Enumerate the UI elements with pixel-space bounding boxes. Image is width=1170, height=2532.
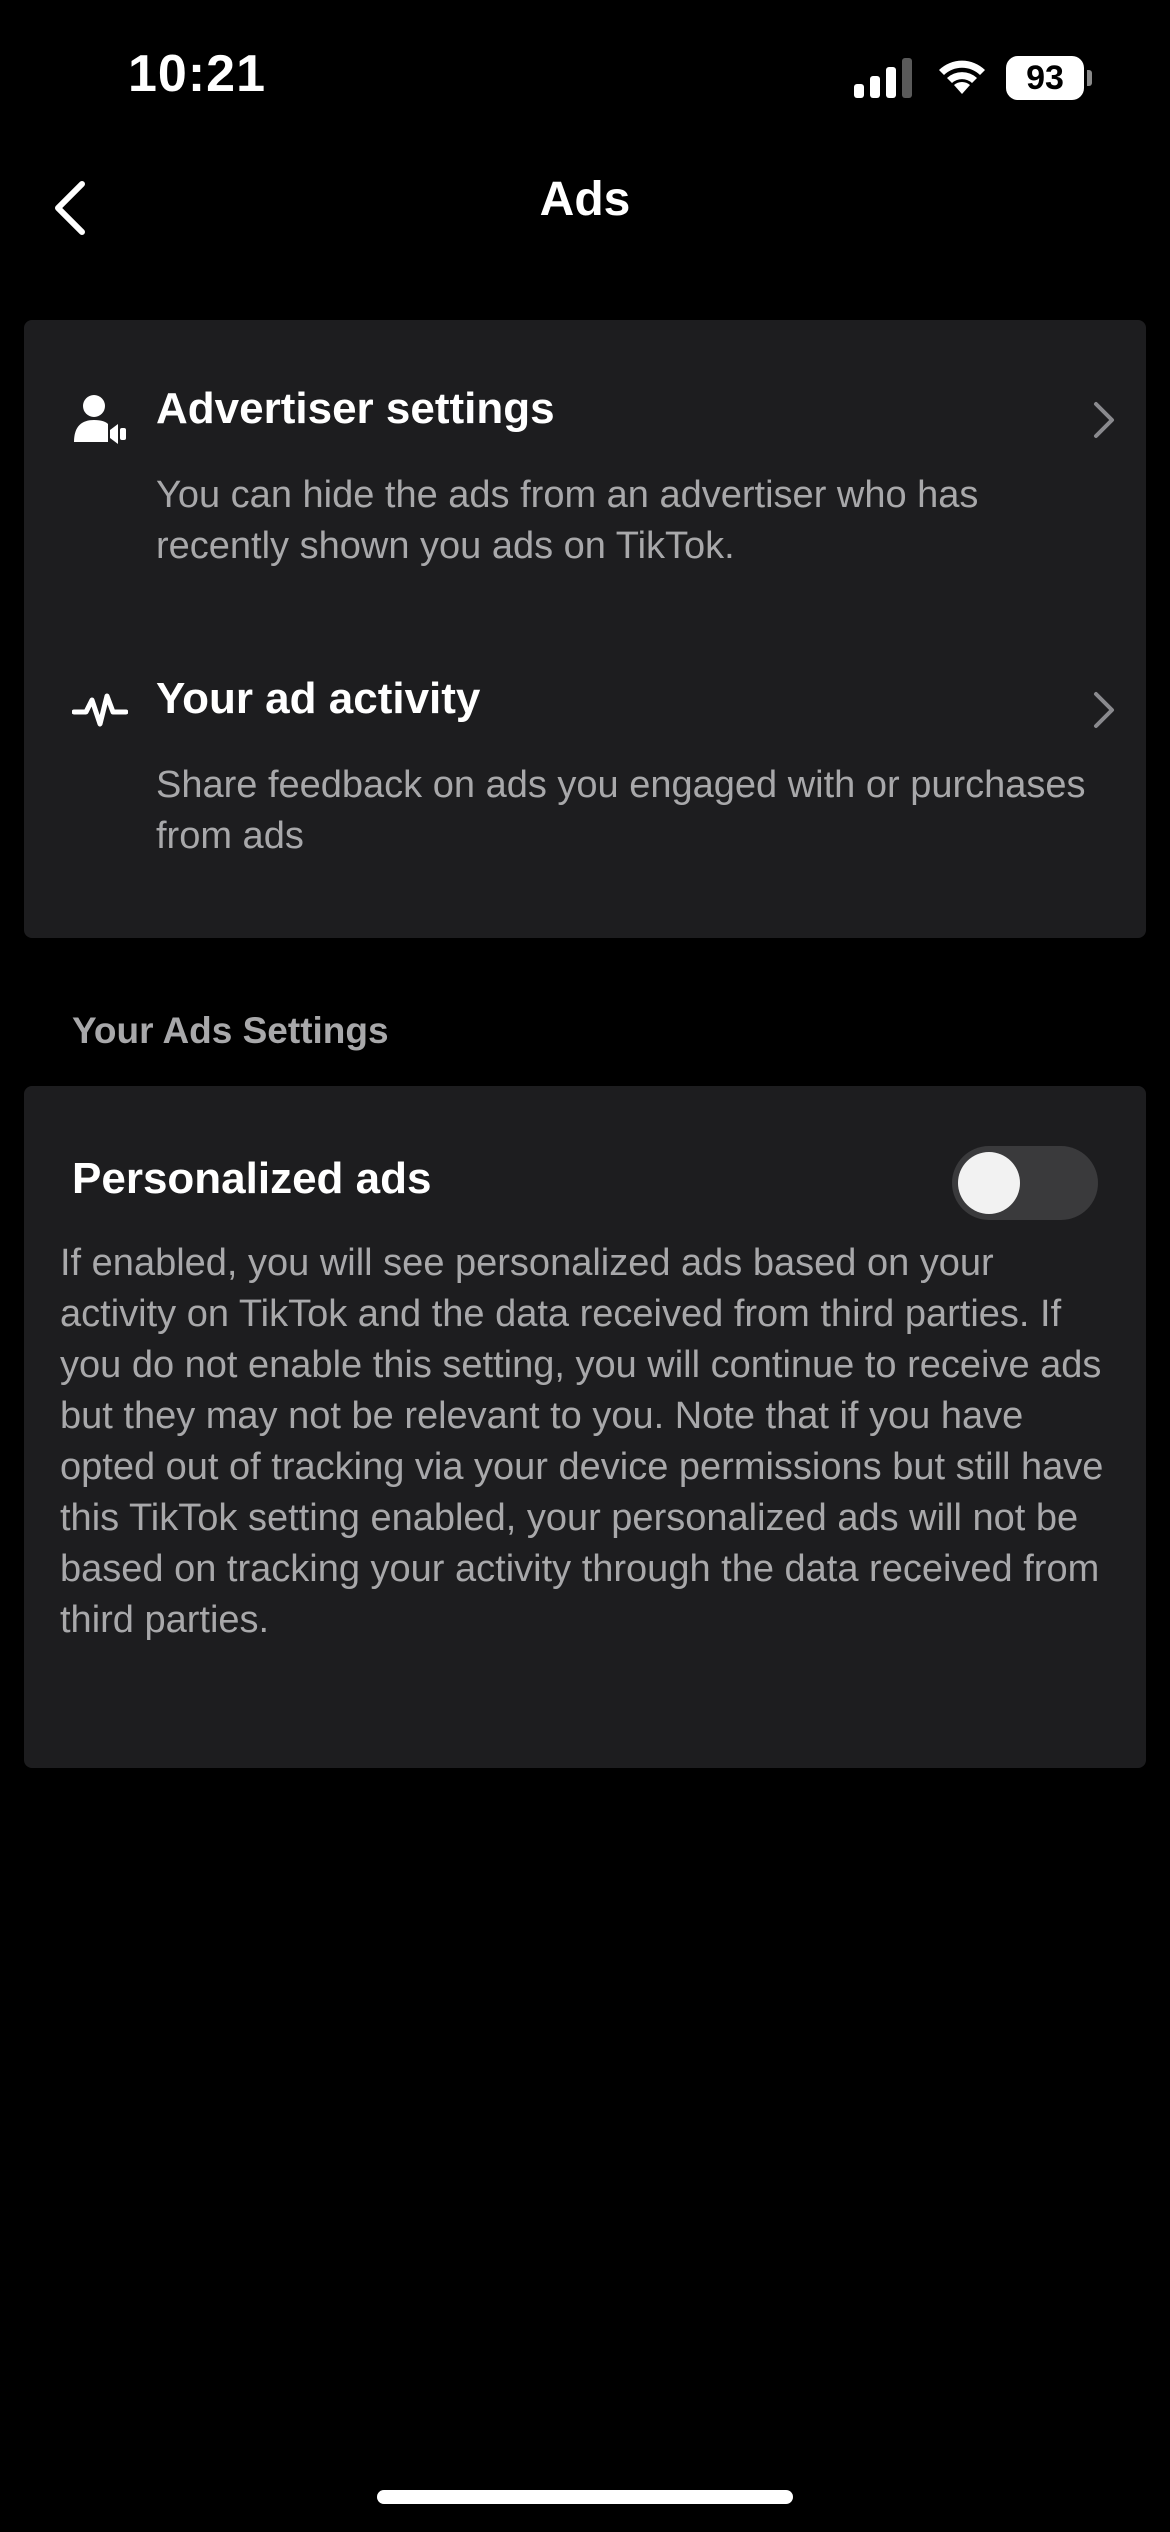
section-header: Your Ads Settings: [72, 1010, 389, 1051]
ads-menu-card: Advertiser settings You can hide the ads…: [24, 320, 1146, 938]
personalized-ads-toggle[interactable]: [952, 1146, 1098, 1220]
chevron-right-icon: [1094, 692, 1114, 728]
wifi-icon: [939, 60, 985, 94]
battery-icon: 93: [1006, 56, 1092, 100]
home-indicator[interactable]: [377, 2490, 793, 2504]
status-bar: 10:21 93: [0, 0, 1170, 150]
activity-icon: [72, 693, 128, 727]
ad-activity-title: Your ad activity: [156, 674, 481, 723]
advertiser-settings-title: Advertiser settings: [156, 384, 555, 433]
personalized-ads-card: Personalized ads If enabled, you will se…: [24, 1086, 1146, 1768]
page-title: Ads: [539, 173, 631, 226]
chevron-right-icon: [1094, 402, 1114, 438]
advertiser-icon: [74, 395, 126, 444]
ad-activity-row[interactable]: Your ad activity Share feedback on ads y…: [24, 660, 1146, 910]
ad-activity-description: Share feedback on ads you engaged with o…: [156, 764, 1086, 857]
advertiser-settings-description: You can hide the ads from an advertiser …: [156, 474, 979, 567]
personalized-ads-label: Personalized ads: [72, 1154, 432, 1203]
toggle-knob: [958, 1152, 1020, 1214]
advertiser-settings-row[interactable]: Advertiser settings You can hide the ads…: [24, 370, 1146, 620]
status-time: 10:21: [128, 45, 266, 103]
battery-level: 93: [1026, 59, 1064, 97]
personalized-ads-description: If enabled, you will see personalized ad…: [60, 1242, 1104, 1641]
signal-icon: [854, 58, 912, 98]
